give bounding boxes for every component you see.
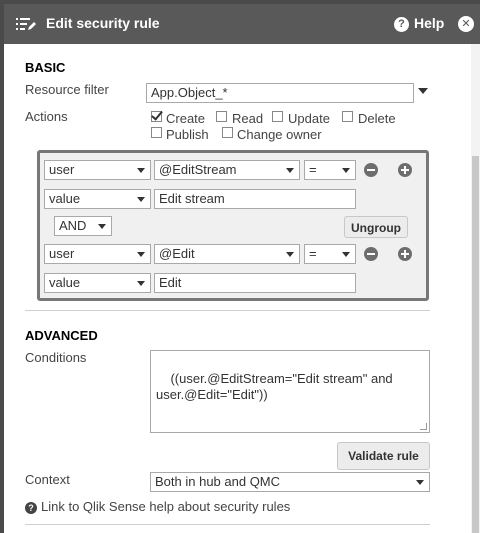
row2-operator-select[interactable]: =	[304, 244, 356, 264]
row2-attribute-select[interactable]: @Edit	[154, 244, 300, 264]
help-icon: ?	[394, 17, 409, 32]
ungroup-button[interactable]: Ungroup	[344, 216, 408, 238]
row1-value-input[interactable]: Edit stream	[154, 189, 356, 209]
scrollbar-thumb[interactable]	[472, 156, 479, 533]
row1-value-type: value	[49, 191, 81, 206]
help-label: Help	[414, 15, 445, 31]
chevron-down-icon	[137, 197, 145, 202]
chevron-down-icon	[342, 168, 350, 173]
create-checkbox-label: Create	[166, 111, 206, 126]
resize-handle-icon[interactable]	[420, 423, 427, 430]
chevron-down-icon	[286, 168, 294, 173]
row2-attribute-value: @Edit	[159, 246, 195, 261]
row1-operator-select[interactable]: =	[304, 160, 356, 180]
chevron-down-icon	[137, 252, 145, 257]
add-condition-icon[interactable]	[398, 163, 412, 177]
row2-value-type-select[interactable]: value	[44, 273, 151, 293]
read-checkbox-label: Read	[232, 111, 264, 126]
question-icon: ?	[25, 502, 37, 514]
section-divider	[25, 310, 430, 311]
read-checkbox[interactable]	[216, 111, 227, 122]
row1-attribute-value: @EditStream	[159, 162, 237, 177]
condition-group: user @EditStream = value Edit stream AND…	[37, 150, 429, 301]
row1-type-select[interactable]: user	[44, 160, 151, 180]
change-owner-checkbox[interactable]	[222, 127, 233, 138]
create-checkbox[interactable]	[151, 111, 162, 122]
edit-list-icon	[16, 18, 36, 30]
vertical-scrollbar[interactable]	[471, 44, 480, 533]
remove-condition-icon[interactable]	[364, 163, 378, 177]
security-rule-dialog: Edit security rule ? Help ✕ BASIC Resourc…	[4, 4, 480, 533]
context-select[interactable]: Both in hub and QMC	[150, 472, 430, 492]
combinator-value: AND	[59, 218, 87, 233]
bottom-divider	[25, 524, 430, 525]
delete-checkbox-label: Delete	[358, 111, 396, 126]
resource-filter-label: Resource filter	[25, 82, 109, 97]
basic-section-title: BASIC	[25, 60, 66, 75]
close-icon[interactable]: ✕	[458, 16, 474, 32]
delete-checkbox[interactable]	[342, 111, 353, 122]
row1-type-value: user	[49, 162, 75, 177]
update-checkbox-label: Update	[288, 111, 330, 126]
actions-label: Actions	[25, 109, 68, 124]
remove-condition-icon[interactable]	[364, 247, 378, 261]
help-button[interactable]: ? Help	[394, 15, 444, 32]
chevron-down-icon	[137, 168, 145, 173]
chevron-down-icon	[416, 480, 424, 485]
chevron-down-icon	[137, 281, 145, 286]
chevron-down-icon	[342, 252, 350, 257]
chevron-down-icon	[286, 252, 294, 257]
row1-attribute-select[interactable]: @EditStream	[154, 160, 300, 180]
publish-checkbox[interactable]	[151, 127, 162, 138]
dialog-title: Edit security rule	[46, 15, 160, 31]
conditions-text: ((user.@EditStream="Edit stream" and use…	[156, 371, 393, 402]
context-label: Context	[25, 472, 70, 487]
row2-operator-value: =	[309, 246, 317, 261]
row1-value-type-select[interactable]: value	[44, 189, 151, 209]
help-link[interactable]: ? Link to Qlik Sense help about security …	[25, 499, 290, 514]
resource-filter-dropdown-arrow-icon[interactable]	[418, 88, 428, 94]
add-condition-icon[interactable]	[398, 247, 412, 261]
chevron-down-icon	[98, 224, 106, 229]
row2-type-select[interactable]: user	[44, 244, 151, 264]
help-link-text: Link to Qlik Sense help about security r…	[41, 499, 291, 514]
combinator-select[interactable]: AND	[54, 216, 112, 236]
update-checkbox[interactable]	[272, 111, 283, 122]
validate-rule-button[interactable]: Validate rule	[337, 442, 430, 470]
context-value: Both in hub and QMC	[155, 474, 281, 489]
change-owner-checkbox-label: Change owner	[237, 127, 322, 142]
title-bar: Edit security rule ? Help ✕	[4, 4, 480, 44]
resource-filter-input[interactable]: App.Object_*	[146, 83, 414, 103]
row2-value-input[interactable]: Edit	[154, 273, 356, 293]
advanced-section-title: ADVANCED	[25, 328, 98, 343]
publish-checkbox-label: Publish	[166, 127, 209, 142]
row1-operator-value: =	[309, 162, 317, 177]
conditions-textarea[interactable]: ((user.@EditStream="Edit stream" and use…	[150, 350, 430, 433]
conditions-label: Conditions	[25, 350, 87, 365]
row2-type-value: user	[49, 246, 75, 261]
row2-value-type: value	[49, 275, 81, 290]
